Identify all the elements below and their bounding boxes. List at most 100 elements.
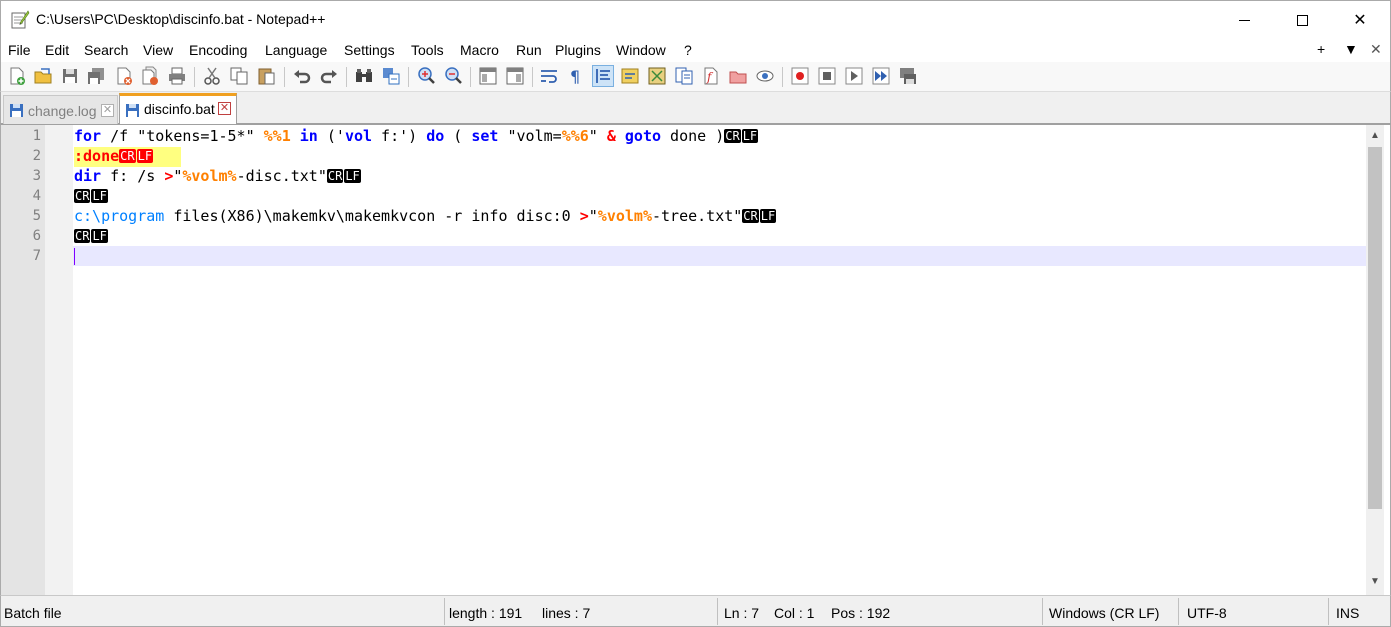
status-separator xyxy=(1328,598,1329,625)
status-bar: Batch file length : 191 lines : 7 Ln : 7… xyxy=(0,595,1391,627)
macro-play-icon[interactable] xyxy=(844,66,864,86)
user-defined-language-icon[interactable] xyxy=(620,66,640,86)
code-text: "volm= xyxy=(498,127,562,145)
menu-view[interactable]: View xyxy=(143,42,173,58)
menu-help[interactable]: ? xyxy=(684,42,692,58)
show-all-chars-icon[interactable]: ¶ xyxy=(566,66,586,86)
line-number: 3 xyxy=(32,168,41,184)
eol-lf-marker: LF xyxy=(759,209,777,223)
tab-close-icon[interactable]: ✕ xyxy=(101,104,114,117)
save-all-icon[interactable] xyxy=(86,66,106,86)
keyword: set xyxy=(471,127,499,145)
code-text: ( xyxy=(444,127,472,145)
code-text: -tree.txt" xyxy=(651,207,743,225)
monitoring-icon[interactable] xyxy=(755,66,775,86)
variable: %%1 xyxy=(263,127,291,145)
status-separator xyxy=(1178,598,1179,625)
menu-run[interactable]: Run xyxy=(516,42,542,58)
toolbar-separator xyxy=(532,67,533,87)
scroll-down-icon[interactable]: ▼ xyxy=(1366,573,1384,591)
zoom-out-icon[interactable] xyxy=(443,66,463,86)
zoom-in-icon[interactable] xyxy=(416,66,436,86)
toolbar-separator xyxy=(782,67,783,87)
function-list-icon[interactable] xyxy=(674,66,694,86)
menu-macro[interactable]: Macro xyxy=(460,42,499,58)
toolbar-separator xyxy=(470,67,471,87)
menu-plugins[interactable]: Plugins xyxy=(555,42,601,58)
scrollbar-thumb[interactable] xyxy=(1368,147,1382,509)
menu-settings[interactable]: Settings xyxy=(344,42,395,58)
macro-stop-icon[interactable] xyxy=(817,66,837,86)
menu-edit[interactable]: Edit xyxy=(45,42,69,58)
fold-margin xyxy=(45,125,73,595)
menu-tools[interactable]: Tools xyxy=(411,42,444,58)
status-column: Col : 1 xyxy=(774,605,815,621)
folder-as-workspace-icon[interactable]: f xyxy=(701,66,721,86)
eol-cr-marker: CR xyxy=(119,149,136,163)
tab-list-dropdown[interactable]: ▼ xyxy=(1344,41,1358,57)
document-map-icon[interactable] xyxy=(647,66,667,86)
print-icon[interactable] xyxy=(167,66,187,86)
menu-window[interactable]: Window xyxy=(616,42,666,58)
macro-save-icon[interactable] xyxy=(898,66,918,86)
cut-icon[interactable] xyxy=(202,66,222,86)
document-list-icon[interactable] xyxy=(728,66,748,86)
operator: & xyxy=(606,127,616,145)
status-line-number: Ln : 7 xyxy=(724,605,760,621)
current-line-highlight xyxy=(73,246,1366,266)
vertical-scrollbar[interactable]: ▲ ▼ xyxy=(1366,125,1384,595)
toolbar-separator xyxy=(346,67,347,87)
close-icon: ✕ xyxy=(1353,12,1367,29)
macro-run-multiple-icon[interactable] xyxy=(871,66,891,86)
menu-file[interactable]: File xyxy=(8,42,31,58)
save-icon[interactable] xyxy=(60,66,80,86)
scroll-up-icon[interactable]: ▲ xyxy=(1366,127,1384,145)
paste-icon[interactable] xyxy=(256,66,276,86)
close-window-button[interactable]: ✕ xyxy=(1331,1,1389,39)
tab-close-icon[interactable]: ✕ xyxy=(218,102,231,115)
redo-icon[interactable] xyxy=(319,66,339,86)
tab-label: change.log xyxy=(28,103,97,119)
close-all-icon[interactable] xyxy=(140,66,160,86)
open-file-icon[interactable] xyxy=(33,66,53,86)
undo-icon[interactable] xyxy=(292,66,312,86)
notepad-plus-plus-icon xyxy=(11,10,30,29)
sync-horizontal-icon[interactable] xyxy=(505,66,525,86)
status-encoding[interactable]: UTF-8 xyxy=(1187,605,1227,621)
close-document-button[interactable]: ✕ xyxy=(1370,41,1382,58)
indent-guide-icon[interactable] xyxy=(592,65,614,87)
replace-icon[interactable] xyxy=(381,66,401,86)
line-number: 1 xyxy=(32,128,41,144)
code-line-5: c:\program files(X86)\makemkv\makemkvcon… xyxy=(74,206,777,226)
menu-encoding[interactable]: Encoding xyxy=(189,42,247,58)
new-file-icon[interactable] xyxy=(7,66,27,86)
editor[interactable]: 1 2 3 4 5 6 7 for /f "tokens=1-5*" %%1 i… xyxy=(0,124,1391,595)
tab-discinfo-bat[interactable]: discinfo.bat ✕ xyxy=(119,93,237,124)
code-text: -disc.txt" xyxy=(236,167,327,185)
line-number: 7 xyxy=(32,248,41,264)
eol-lf-marker: LF xyxy=(741,129,759,143)
tab-change-log[interactable]: change.log ✕ xyxy=(3,95,118,124)
keyword: in xyxy=(299,127,318,145)
add-tab-button[interactable]: + xyxy=(1317,41,1325,57)
sync-vertical-icon[interactable] xyxy=(478,66,498,86)
code-line-6: CR LF xyxy=(74,226,109,246)
minimize-button[interactable] xyxy=(1215,1,1273,39)
eol-cr-marker: CR xyxy=(74,229,91,243)
status-eol-format[interactable]: Windows (CR LF) xyxy=(1049,605,1159,621)
code-text: /f "tokens=1-5*" xyxy=(101,127,264,145)
status-insert-mode[interactable]: INS xyxy=(1336,605,1359,621)
copy-icon[interactable] xyxy=(229,66,249,86)
find-icon[interactable] xyxy=(354,66,374,86)
keyword: do xyxy=(426,127,445,145)
batch-label: :done xyxy=(74,147,120,165)
close-icon[interactable] xyxy=(114,66,134,86)
menu-search[interactable]: Search xyxy=(84,42,128,58)
eol-lf-marker: LF xyxy=(136,149,154,163)
menu-language[interactable]: Language xyxy=(265,42,327,58)
maximize-button[interactable] xyxy=(1273,1,1331,39)
operator: > xyxy=(579,207,589,225)
word-wrap-icon[interactable] xyxy=(539,66,559,86)
macro-record-icon[interactable] xyxy=(790,66,810,86)
